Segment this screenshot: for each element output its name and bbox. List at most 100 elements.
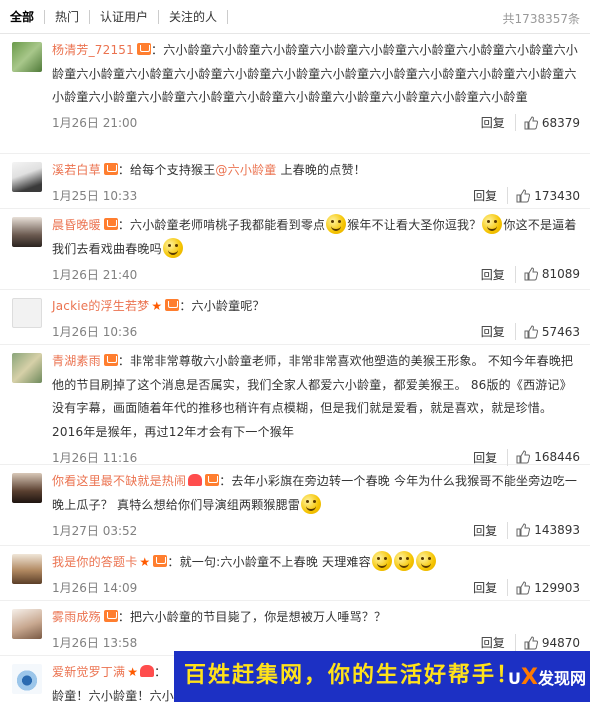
comment-filter-tabs: 全部 热门 认证用户 关注的人 共1738357条 (0, 0, 590, 34)
avatar[interactable] (12, 473, 42, 503)
comment-time: 1月26日 10:36 (52, 325, 138, 339)
username-link[interactable]: 青湖素雨 (52, 354, 101, 368)
comment-item: 青湖素雨 ：非常非常尊敬六小龄童老师，非常非常喜欢他塑造的美猴王形象。 不知今年春… (0, 345, 590, 466)
thumbs-up-icon (516, 523, 531, 537)
comment-text: 雾雨成殇 ：把六小龄童的节目毙了，你是想被万人唾骂？？ (52, 610, 387, 624)
smile-emoji-icon (482, 214, 503, 234)
like-button[interactable]: 57463 (524, 325, 580, 339)
reply-button[interactable]: 回复 (473, 448, 509, 466)
star-badge-icon: ★ (139, 555, 151, 569)
username-link[interactable]: 溪若白草 (52, 163, 101, 177)
vip-badge-icon (165, 299, 180, 311)
fire-badge-icon (188, 474, 203, 486)
smile-emoji-icon (415, 551, 436, 571)
comment-time: 1月26日 14:09 (52, 581, 138, 595)
comment-item: 你看这里最不缺就是热闹 ：去年小彩旗在旁边转一个春晚 今年为什么我猴哥不能坐旁边吃… (0, 465, 590, 546)
mention-link[interactable]: @六小龄童 (215, 163, 276, 177)
avatar[interactable] (12, 353, 42, 383)
comment-text: 我是你的答题卡 ★ ：就一句:六小龄童不上春晚 天理难容 (52, 551, 582, 575)
comment-item: Jackie的浮生若梦 ★ ：六小龄童呢？ 1月26日 10:36 回复 57463 (0, 290, 590, 345)
thinking-emoji-icon (162, 237, 183, 258)
username-link[interactable]: 我是你的答题卡 (52, 555, 137, 569)
comment-item: 杨清芳_72151 ：六小龄童六小龄童六小龄童六小龄童六小龄童六小龄童六小龄童六小… (0, 34, 590, 154)
vip-badge-icon (103, 354, 118, 366)
like-button[interactable]: 143893 (516, 523, 580, 537)
avatar[interactable] (12, 298, 42, 328)
thumbs-up-icon (524, 324, 538, 338)
like-button[interactable]: 173430 (516, 189, 580, 203)
thumbs-up-icon (524, 635, 538, 649)
promo-banner[interactable]: 百姓赶集网，你的生活好帮手！ UX发现网 (174, 651, 590, 702)
like-count: 68379 (541, 115, 580, 130)
site-logo: UX发现网 (508, 665, 586, 690)
like-button[interactable]: 94870 (524, 636, 580, 650)
thumbs-up-icon (524, 267, 538, 281)
like-button[interactable]: 168446 (516, 450, 580, 464)
reply-button[interactable]: 回复 (481, 265, 516, 283)
avatar[interactable] (12, 42, 42, 72)
reply-button[interactable]: 回复 (481, 323, 516, 340)
vip-badge-icon (136, 43, 151, 55)
thumbs-up-icon (516, 580, 531, 594)
total-count: 共1738357条 (502, 12, 580, 26)
thumbs-up-icon (516, 450, 531, 464)
username-link[interactable]: 爱新觉罗丁满 (52, 665, 125, 679)
reply-button[interactable]: 回复 (481, 634, 516, 651)
tab-following[interactable]: 关注的人 (159, 9, 229, 24)
avatar[interactable] (12, 609, 42, 639)
vip-badge-icon (103, 610, 118, 622)
smile-emoji-icon (393, 551, 414, 571)
comment-text: Jackie的浮生若梦 ★ ：六小龄童呢？ (52, 299, 265, 313)
smile-emoji-icon (371, 551, 392, 571)
comment-time: 1月26日 21:00 (52, 116, 138, 130)
username-link[interactable]: 杨清芳_72151 (52, 43, 134, 57)
avatar[interactable] (12, 554, 42, 584)
vip-badge-icon (103, 218, 118, 230)
banner-slogan: 百姓赶集网，你的生活好帮手！ (184, 663, 521, 688)
tab-all[interactable]: 全部 (10, 9, 46, 24)
like-button[interactable]: 129903 (516, 581, 580, 595)
thumbs-up-icon (524, 115, 538, 129)
reply-button[interactable]: 回复 (473, 187, 509, 204)
like-count: 57463 (541, 324, 580, 339)
username-link[interactable]: 雾雨成殇 (52, 610, 101, 624)
like-count: 81089 (541, 267, 580, 281)
avatar[interactable] (12, 664, 42, 694)
star-badge-icon: ★ (127, 665, 139, 679)
like-count: 143893 (534, 523, 580, 537)
vip-badge-icon (205, 474, 220, 486)
vip-badge-icon (153, 555, 168, 567)
star-badge-icon: ★ (151, 299, 163, 313)
avatar[interactable] (12, 162, 42, 192)
comment-text: 杨清芳_72151 ：六小龄童六小龄童六小龄童六小龄童六小龄童六小龄童六小龄童六小… (52, 43, 578, 104)
fire-badge-icon (140, 665, 155, 677)
username-link[interactable]: 你看这里最不缺就是热闹 (52, 474, 186, 488)
like-count: 173430 (534, 188, 580, 203)
like-count: 129903 (534, 580, 580, 595)
like-button[interactable]: 68379 (524, 116, 580, 130)
comment-text: 溪若白草 ：给每个支持猴王@六小龄童 上春晚的点赞！ (52, 163, 366, 177)
username-link[interactable]: 晨昏晚暖 (52, 218, 101, 232)
username-link[interactable]: Jackie的浮生若梦 (52, 299, 149, 313)
comment-time: 1月26日 11:16 (52, 450, 138, 465)
thumbs-up-icon (516, 188, 531, 202)
comment-item: 溪若白草 ：给每个支持猴王@六小龄童 上春晚的点赞！ 1月25日 10:33 回复… (0, 154, 590, 209)
comment-text: 晨昏晚暖 ：六小龄童老师啃桃子我都能看到零点 猴年不让看大圣你逗我？ 你这不是逼着我们… (52, 214, 582, 261)
comment-item: 雾雨成殇 ：把六小龄童的节目毙了，你是想被万人唾骂？？ 1月26日 13:58 回… (0, 601, 590, 656)
comment-time: 1月26日 13:58 (52, 636, 138, 650)
smile-emoji-icon (301, 493, 322, 514)
reply-button[interactable]: 回复 (473, 521, 509, 539)
avatar[interactable] (12, 217, 42, 247)
comment-item: 我是你的答题卡 ★ ：就一句:六小龄童不上春晚 天理难容 1月26日 14:09 回… (0, 546, 590, 601)
comment-time: 1月26日 21:40 (52, 267, 138, 282)
tab-verified[interactable]: 认证用户 (90, 9, 160, 24)
vip-badge-icon (103, 163, 118, 175)
like-count: 94870 (541, 635, 580, 650)
tab-hot[interactable]: 热门 (45, 9, 91, 24)
like-count: 168446 (534, 450, 580, 464)
comment-text: 青湖素雨 ：非常非常尊敬六小龄童老师，非常非常喜欢他塑造的美猴王形象。 不知今年春… (52, 354, 574, 439)
comment-text: 你看这里最不缺就是热闹 ：去年小彩旗在旁边转一个春晚 今年为什么我猴哥不能坐旁边吃… (52, 474, 578, 514)
reply-button[interactable]: 回复 (473, 579, 509, 596)
like-button[interactable]: 81089 (524, 267, 580, 281)
reply-button[interactable]: 回复 (481, 114, 516, 131)
